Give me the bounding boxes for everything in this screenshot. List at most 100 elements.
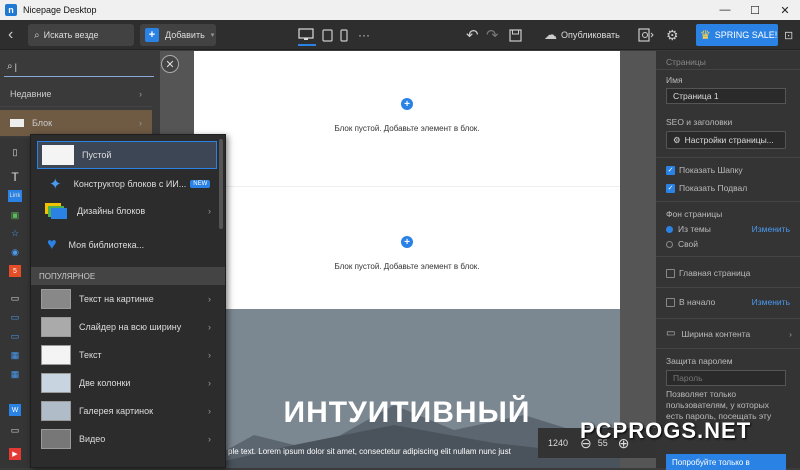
seo-label: SEO и заголовки	[666, 117, 733, 127]
menu-item-label: Моя библиотека...	[68, 240, 145, 250]
divider	[656, 287, 800, 288]
block-thumb	[41, 373, 71, 393]
global-search[interactable]: ⌕ Искать везде	[28, 24, 134, 46]
menu-item-text[interactable]: Текст ›	[37, 342, 217, 368]
to-top-checkbox[interactable]: В начало	[666, 297, 715, 307]
tablet-view-button[interactable]	[322, 24, 333, 46]
block-thumb	[41, 289, 71, 309]
show-footer-checkbox[interactable]: ✓ Показать Подвал	[666, 183, 747, 193]
spring-sale-label: SPRING SALE!	[714, 30, 778, 40]
gallery-element-icon[interactable]: ▦	[9, 368, 21, 380]
menu-item-two-columns[interactable]: Две колонки ›	[37, 370, 217, 396]
page-name-input[interactable]: Страница 1	[666, 88, 786, 104]
menu-item-ai-builder[interactable]: ✦ Конструктор блоков с ИИ... NEW	[37, 171, 217, 197]
panel-search-input[interactable]: ⌕ |	[4, 57, 154, 77]
menu-item-empty[interactable]: Пустой	[37, 141, 217, 169]
block-thumb	[41, 401, 71, 421]
plus-icon: +	[145, 28, 159, 42]
chevron-right-icon: ›	[208, 350, 211, 360]
link-element-icon[interactable]: Link	[8, 190, 22, 202]
menu-item-my-library[interactable]: ♥ Моя библиотека...	[37, 232, 217, 258]
close-window-button[interactable]: ✕	[770, 0, 800, 20]
home-page-checkbox[interactable]: Главная страница	[666, 268, 750, 278]
crown-icon: ♛	[700, 28, 711, 42]
menu-scrollbar[interactable]	[219, 139, 223, 229]
chevron-right-icon: ›	[208, 322, 211, 332]
block-row[interactable]: Блок ›	[0, 110, 152, 136]
embed-element-icon[interactable]: ▭	[9, 424, 21, 436]
show-header-checkbox[interactable]: ✓ Показать Шапку	[666, 165, 743, 175]
empty-block-text-2: Блок пустой. Добавьте элемент в блок.	[334, 262, 480, 271]
add-element-icon[interactable]: +	[401, 236, 413, 248]
password-desc-2: пользователям, у которых	[666, 400, 769, 410]
add-label: Добавить	[165, 30, 205, 40]
menu-item-image-gallery[interactable]: Галерея картинок ›	[37, 398, 217, 424]
publish-button[interactable]: ☁ Опубликовать	[544, 24, 620, 46]
text-element-icon[interactable]: T	[9, 170, 21, 184]
content-width-row[interactable]: ▭ Ширина контента ›	[666, 328, 792, 339]
radio-icon	[666, 225, 673, 233]
undo-icon[interactable]: ↶	[466, 24, 479, 46]
to-top-label: В начало	[679, 297, 716, 307]
hero-text[interactable]: ple text. Lorem ipsum dolor sit amet, co…	[228, 447, 558, 456]
redo-icon[interactable]: ↷	[486, 24, 499, 46]
page-settings-button[interactable]: ⚙ Настройки страницы...	[666, 131, 786, 149]
menu-item-fullwidth-slider[interactable]: Слайдер на всю ширину ›	[37, 314, 217, 340]
chevron-right-icon: ›	[139, 118, 142, 128]
change-bg-link[interactable]: Изменить	[752, 224, 790, 234]
icon-element-icon[interactable]: ☆	[9, 227, 21, 239]
html-element-icon[interactable]: 5	[9, 265, 21, 277]
menu-item-block-designs[interactable]: Дизайны блоков ›	[37, 198, 217, 224]
hero-title[interactable]: ИНТУИТИВНЫЙ	[194, 396, 620, 430]
mobile-view-button[interactable]	[340, 24, 348, 46]
divider	[656, 348, 800, 349]
gear-icon[interactable]: ⚙	[666, 24, 679, 46]
password-input[interactable]: Пароль	[666, 370, 786, 386]
checkbox-icon	[666, 268, 675, 278]
button-element-icon[interactable]: ▭	[9, 311, 21, 323]
menu-item-video[interactable]: Видео ›	[37, 426, 217, 452]
app-logo: n	[5, 4, 17, 16]
wordpress-element-icon[interactable]: W	[9, 404, 21, 416]
name-label: Имя	[666, 75, 683, 85]
grid-element-icon[interactable]: ▦	[9, 349, 21, 361]
add-element-icon[interactable]: +	[401, 98, 413, 110]
minimize-button[interactable]: —	[710, 0, 740, 20]
mobile-icon	[340, 28, 348, 42]
page-settings-label: Настройки страницы...	[684, 135, 774, 145]
spring-sale-button[interactable]: ♛ SPRING SALE!	[696, 24, 778, 46]
chevron-right-icon: ›	[208, 406, 211, 416]
chevron-right-icon: ›	[208, 206, 211, 216]
menu-item-label: Конструктор блоков с ИИ...	[73, 179, 187, 189]
save-button[interactable]	[509, 24, 522, 46]
form-element-icon[interactable]: ▭	[9, 292, 21, 304]
recent-row[interactable]: Недавние ›	[0, 81, 152, 107]
account-icon[interactable]: ⊡	[784, 24, 793, 46]
own-radio[interactable]: Свой	[666, 239, 698, 249]
page-element-icon[interactable]: ▯	[9, 146, 21, 158]
maximize-button[interactable]: ☐	[740, 0, 770, 20]
desktop-view-button[interactable]	[298, 24, 316, 46]
change-to-top-link[interactable]: Изменить	[752, 297, 790, 307]
tablet-icon	[322, 28, 333, 42]
back-button[interactable]: ‹	[8, 24, 13, 46]
close-panel-button[interactable]: ✕	[161, 55, 179, 73]
menu-item-label: Текст	[79, 350, 102, 360]
show-footer-label: Показать Подвал	[679, 183, 748, 193]
menu-item-label: Текст на картинке	[79, 294, 154, 304]
menu-item-text-on-image[interactable]: Текст на картинке ›	[37, 286, 217, 312]
show-header-label: Показать Шапку	[679, 165, 743, 175]
more-devices-button[interactable]: ···	[358, 24, 370, 46]
shape-element-icon[interactable]: ◉	[9, 246, 21, 258]
menu-element-icon[interactable]: ▭	[9, 330, 21, 342]
image-element-icon[interactable]: ▣	[9, 209, 21, 221]
block-divider	[194, 186, 620, 187]
from-theme-radio[interactable]: Из темы	[666, 224, 711, 234]
add-button[interactable]: + Добавить ▾	[140, 24, 216, 46]
menu-item-label: Слайдер на всю ширину	[79, 322, 182, 332]
preview-button[interactable]	[638, 24, 654, 46]
divider	[656, 318, 800, 319]
block-thumb	[41, 345, 71, 365]
video-element-icon[interactable]: ▶	[9, 448, 21, 460]
empty-thumb	[42, 145, 74, 165]
